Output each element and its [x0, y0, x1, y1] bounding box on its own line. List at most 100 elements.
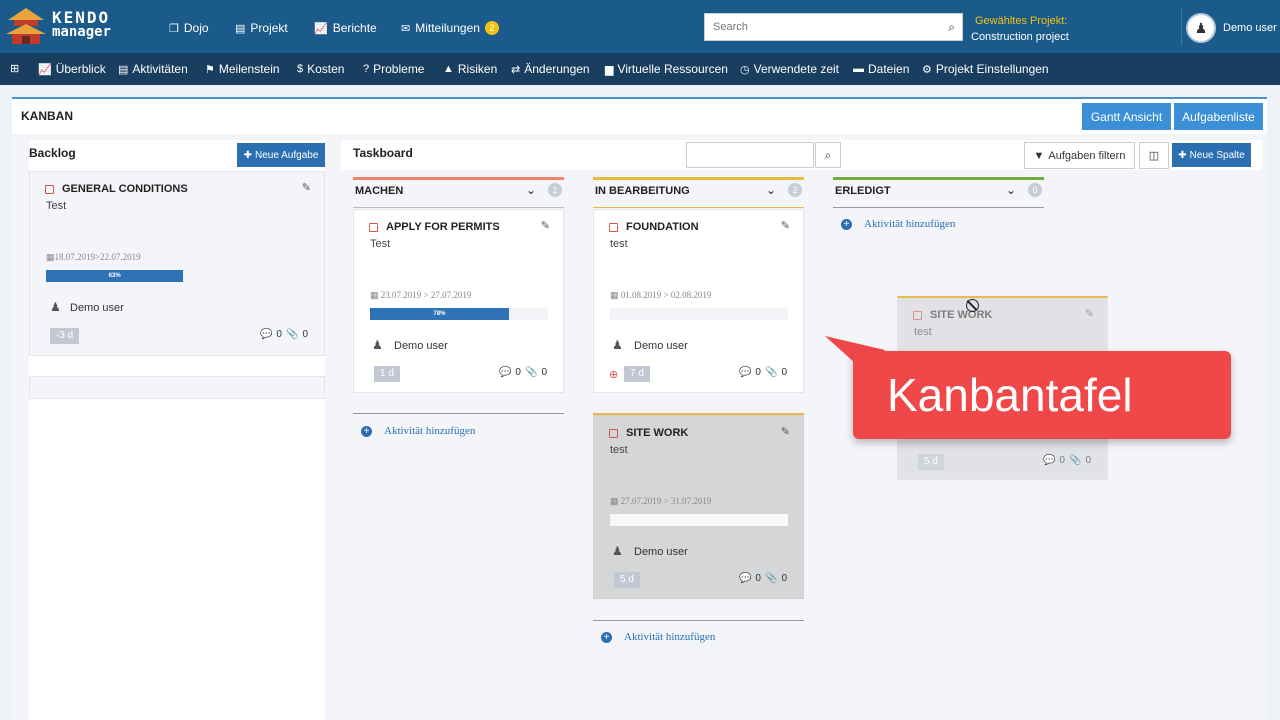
envelope-icon: ✉: [401, 22, 411, 35]
edit-icon[interactable]: ✎: [302, 181, 311, 194]
subnav-zeit[interactable]: ◷ Verwendete zeit: [740, 62, 839, 76]
edit-icon[interactable]: ✎: [541, 219, 550, 232]
nav-mitteilungen-label: Mitteilungen: [415, 21, 480, 35]
question-icon: ?: [363, 63, 370, 75]
paperclip-icon: 📎: [285, 329, 299, 340]
assignee-name: Demo user: [394, 340, 448, 352]
add-icon[interactable]: ⊞: [10, 62, 19, 75]
card-meta: 💬 0 📎 0: [739, 573, 787, 584]
add-activity-link[interactable]: + Aktivität hinzufügen: [601, 631, 715, 643]
callout-banner: Kanbantafel: [853, 351, 1231, 439]
days-badge: 5 d: [918, 454, 944, 470]
exchange-icon: ⇄: [511, 63, 521, 76]
project-subnav: ⊞ 📈 Überblick ▤ Aktivitäten ⚑ Meilenstein $…: [0, 53, 1280, 85]
edit-icon[interactable]: ✎: [781, 219, 790, 232]
flag-icon: ⚑: [205, 63, 215, 76]
add-activity-link[interactable]: + Aktivität hinzufügen: [841, 218, 955, 230]
subnav-einstellungen[interactable]: ⚙ Projekt Einstellungen: [922, 62, 1049, 76]
new-task-button[interactable]: ✚ Neue Aufgabe: [237, 143, 325, 167]
user-avatar-icon: ♟: [612, 544, 623, 558]
calendar-icon: ▦: [46, 252, 55, 262]
task-card[interactable]: FOUNDATION ✎ test ▦ 01.08.2019 > 02.08.2…: [593, 209, 804, 393]
task-list-button[interactable]: Aufgabenliste: [1174, 103, 1263, 130]
subnav-aenderungen[interactable]: ⇄ Änderungen: [511, 62, 590, 76]
task-card-placeholder[interactable]: SITE WORK ✎ test ▦ 27.07.2019 > 31.07.20…: [593, 415, 804, 599]
task-description: test: [914, 326, 932, 338]
gantt-view-button[interactable]: Gantt Ansicht: [1082, 103, 1171, 130]
task-description: test: [610, 444, 628, 456]
plus-circle-icon: +: [841, 218, 852, 230]
search-input[interactable]: [705, 14, 935, 40]
subnav-aktivitaeten[interactable]: ▤ Aktivitäten: [118, 62, 188, 76]
attachment-count: 0: [781, 367, 787, 378]
attachment-count: 0: [1085, 455, 1091, 466]
progress-bar: [610, 308, 788, 320]
subnav-meilenstein[interactable]: ⚑ Meilenstein: [205, 62, 280, 76]
logo-line2: manager: [52, 24, 112, 40]
add-activity-label: Aktivität hinzufügen: [384, 425, 476, 437]
kendo-logo[interactable]: KENDO manager: [4, 6, 126, 46]
backlog-dropzone: [29, 376, 325, 399]
taskboard-search-input[interactable]: [686, 142, 814, 168]
edit-icon[interactable]: ✎: [1085, 307, 1094, 320]
add-activity-link[interactable]: + Aktivität hinzufügen: [361, 425, 475, 437]
card-meta: 💬 0 📎 0: [1043, 455, 1091, 466]
assignee-name: Demo user: [634, 546, 688, 558]
divider: [353, 413, 564, 414]
search-icon[interactable]: ⌕: [948, 20, 955, 35]
chevron-down-icon[interactable]: ⌄: [1006, 183, 1016, 197]
callout-text: Kanbantafel: [887, 369, 1133, 421]
task-checkbox[interactable]: [45, 185, 54, 194]
task-card[interactable]: GENERAL CONDITIONS ✎ Test ▦18.07.2019>22…: [29, 171, 325, 356]
search-icon[interactable]: ⌕: [815, 142, 841, 168]
divider: [353, 207, 564, 208]
task-dates: ▦ 01.08.2019 > 02.08.2019: [610, 290, 711, 301]
task-description: Test: [46, 200, 67, 212]
edit-icon[interactable]: ✎: [781, 425, 790, 438]
task-title: APPLY FOR PERMITS: [386, 221, 500, 233]
plus-icon: ✚: [243, 149, 252, 161]
attachment-count: 0: [302, 329, 308, 340]
task-card[interactable]: APPLY FOR PERMITS ✎ Test ▦ 23.07.2019 > …: [353, 209, 564, 393]
subnav-label: Überblick: [55, 62, 106, 76]
chevron-down-icon[interactable]: ⌄: [526, 183, 536, 197]
divider: [593, 620, 804, 621]
subnav-risiken[interactable]: ▲ Risiken: [443, 62, 497, 76]
user-menu[interactable]: Demo user: [1223, 22, 1277, 34]
new-column-button[interactable]: ✚ Neue Spalte: [1172, 143, 1251, 167]
days-badge: 1 d: [374, 366, 400, 382]
subnav-label: Kosten: [307, 62, 345, 76]
user-avatar[interactable]: ♟: [1186, 13, 1216, 43]
nav-mitteilungen[interactable]: ✉ Mitteilungen 2: [401, 21, 499, 35]
clock-icon: ◷: [740, 63, 750, 76]
selected-project-name[interactable]: Construction project: [971, 31, 1069, 43]
task-title: SITE WORK: [930, 309, 993, 321]
task-checkbox[interactable]: [369, 223, 378, 232]
comment-count: 0: [755, 367, 761, 378]
subnav-kosten[interactable]: $ Kosten: [297, 62, 344, 76]
subnav-ueberblick[interactable]: 📈 Überblick: [38, 62, 106, 76]
task-dates: ▦18.07.2019>22.07.2019: [46, 252, 141, 263]
task-checkbox[interactable]: [913, 311, 922, 320]
subnav-ressourcen[interactable]: ▆ Virtuelle Ressourcen: [605, 62, 728, 76]
task-checkbox[interactable]: [609, 429, 618, 438]
nav-berichte[interactable]: 📈 Berichte: [314, 21, 377, 35]
subnav-dateien[interactable]: ▬ Dateien: [853, 62, 909, 76]
comment-count: 0: [1059, 455, 1065, 466]
task-checkbox[interactable]: [609, 223, 618, 232]
taskboard-title: Taskboard: [353, 146, 413, 160]
nav-berichte-label: Berichte: [332, 21, 377, 35]
columns-icon[interactable]: ◫: [1139, 142, 1169, 169]
filter-icon: ▼: [1033, 149, 1045, 162]
nav-projekt[interactable]: ▤ Projekt: [235, 21, 288, 35]
comment-icon: 💬: [738, 573, 752, 584]
subnav-label: Dateien: [868, 62, 910, 76]
chevron-down-icon[interactable]: ⌄: [766, 183, 776, 197]
subnav-probleme[interactable]: ? Probleme: [363, 62, 424, 76]
filter-tasks-button[interactable]: ▼ Aufgaben filtern: [1024, 142, 1135, 169]
notification-badge: 2: [484, 21, 499, 35]
page-title: KANBAN: [21, 109, 73, 123]
nav-dojo[interactable]: ❐ Dojo: [169, 21, 209, 35]
comment-count: 0: [755, 573, 761, 584]
add-activity-label: Aktivität hinzufügen: [624, 631, 716, 643]
